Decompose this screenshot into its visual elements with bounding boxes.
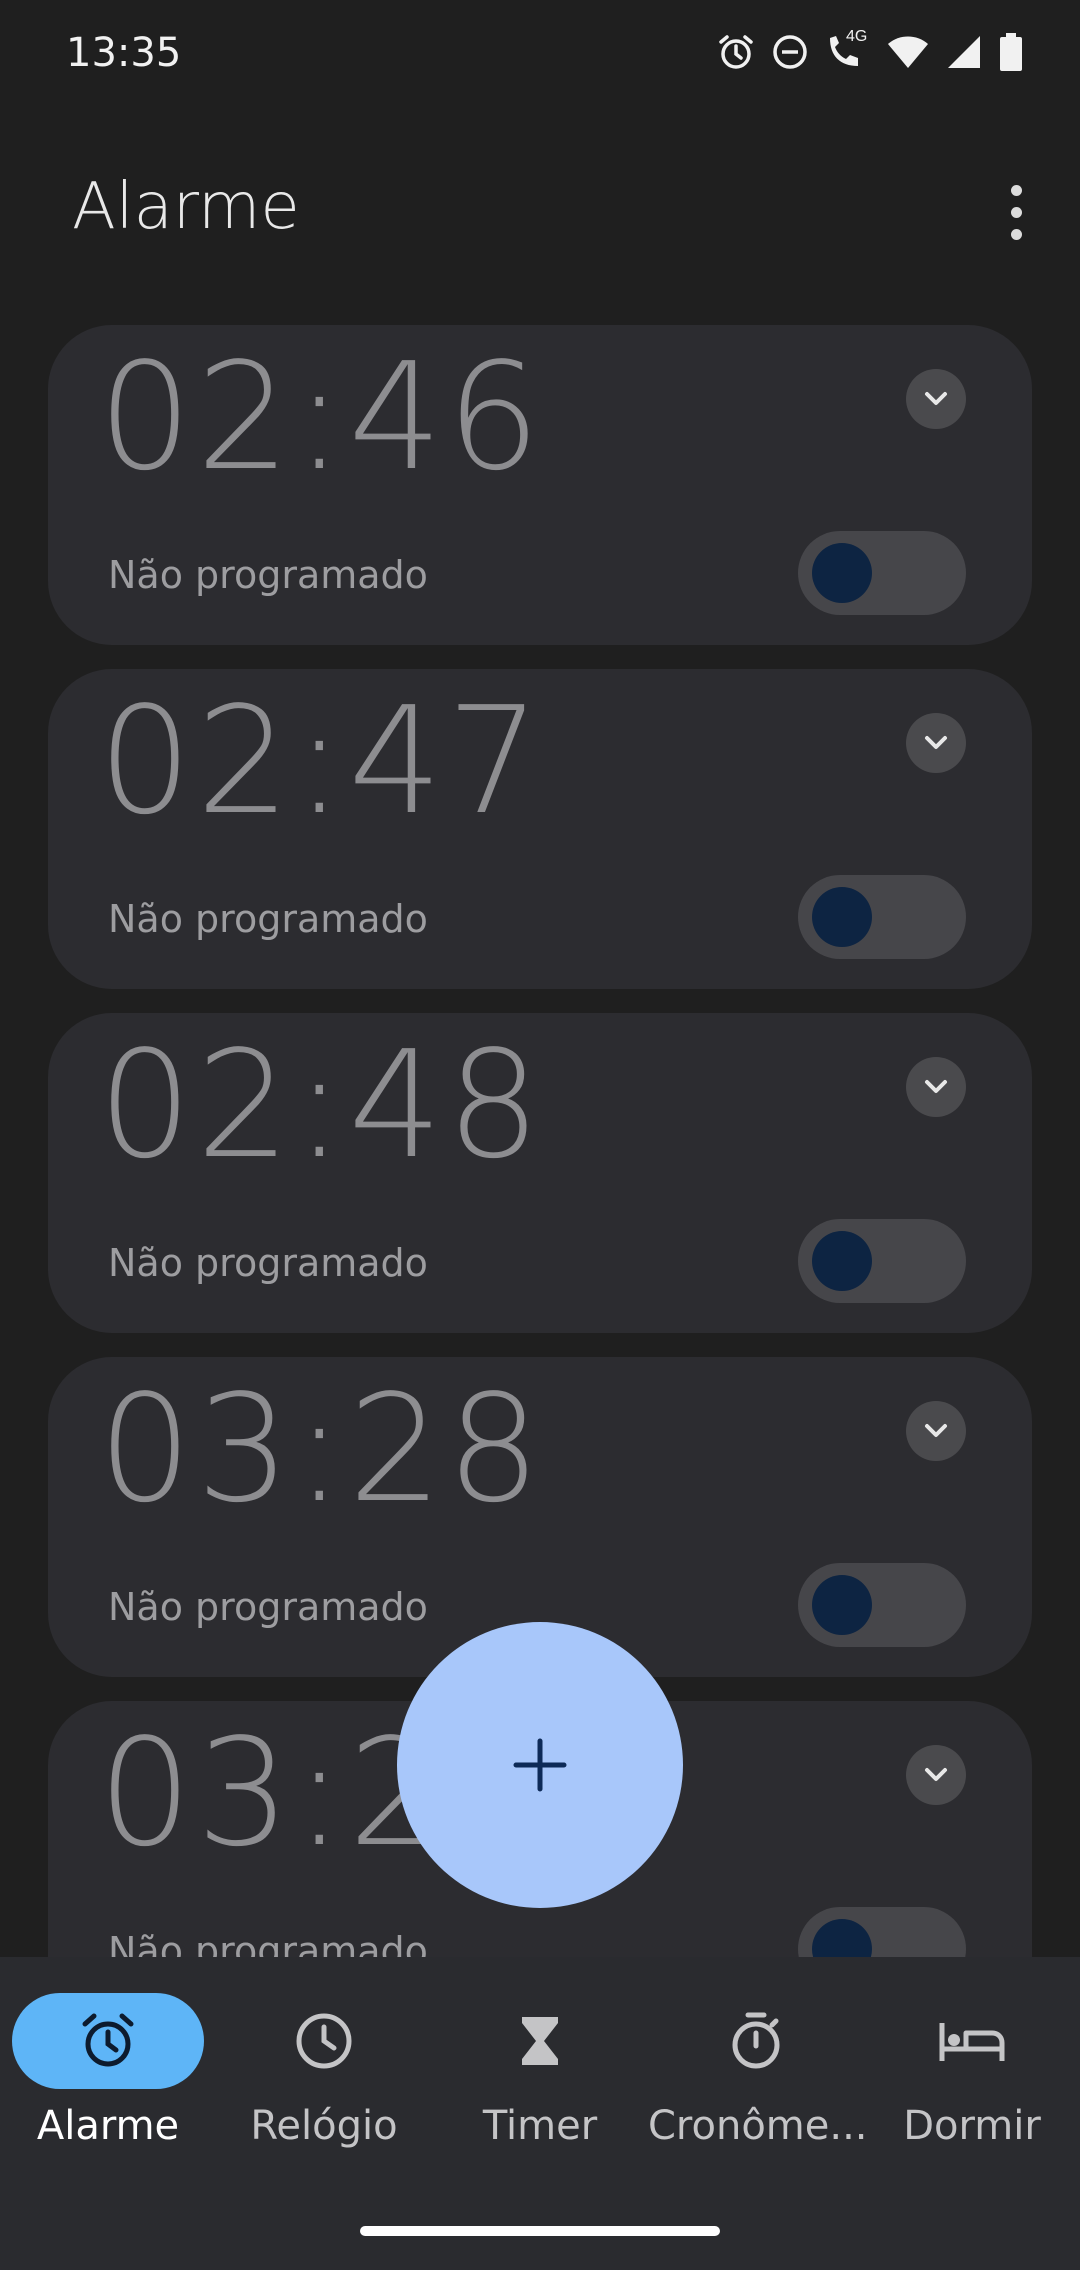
nav-item-cronometro[interactable]: Cronôme...: [648, 1993, 864, 2153]
alarm-time[interactable]: 02:48: [98, 1031, 545, 1179]
chevron-down-icon: [925, 1080, 947, 1093]
expand-button[interactable]: [906, 713, 966, 773]
nav-item-timer[interactable]: Timer: [432, 1993, 648, 2153]
toggle-knob: [812, 887, 872, 947]
signal-icon: [944, 32, 984, 72]
alarm-time[interactable]: 02:47: [98, 687, 545, 835]
alarm-toggle[interactable]: [798, 531, 966, 615]
wifi-calling-icon: 4G: [824, 28, 872, 72]
nav-label: Dormir: [903, 2103, 1041, 2149]
alarm-card[interactable]: 02:46 Não programado: [48, 325, 1032, 645]
nav-label: Cronôme...: [648, 2103, 864, 2149]
status-time: 13:35: [66, 30, 182, 76]
alarm-icon: [716, 32, 756, 72]
plus-icon: [513, 1738, 567, 1792]
expand-button[interactable]: [906, 1401, 966, 1461]
expand-button[interactable]: [906, 1057, 966, 1117]
nav-item-alarme[interactable]: Alarme: [0, 1993, 216, 2153]
chevron-down-icon: [925, 1424, 947, 1437]
nav-active-indicator: [12, 1993, 204, 2089]
alarm-schedule-label: Não programado: [108, 553, 428, 597]
chevron-down-icon: [925, 736, 947, 749]
hourglass-icon: [522, 2017, 558, 2065]
nav-item-dormir[interactable]: Dormir: [864, 1993, 1080, 2153]
alarm-toggle[interactable]: [798, 875, 966, 959]
stopwatch-icon: [732, 2012, 780, 2069]
toggle-knob: [812, 1919, 872, 1957]
alarm-toggle[interactable]: [798, 1907, 966, 1957]
toggle-knob: [812, 543, 872, 603]
alarm-schedule-label: Não programado: [108, 1585, 428, 1629]
nav-label: Alarme: [36, 2103, 180, 2149]
app-bar: Alarme: [0, 150, 1080, 260]
bottom-navigation: Alarme Relógio Timer Cronôme... Dormir: [0, 1957, 1080, 2270]
alarm-toggle[interactable]: [798, 1219, 966, 1303]
more-vert-icon: [1010, 184, 1022, 196]
do-not-disturb-icon: [770, 32, 810, 72]
toggle-knob: [812, 1575, 872, 1635]
page-title: Alarme: [72, 170, 300, 244]
alarm-time[interactable]: 03:28: [98, 1375, 545, 1523]
alarm-time[interactable]: 02:46: [98, 343, 545, 491]
alarm-card[interactable]: 02:48 Não programado: [48, 1013, 1032, 1333]
more-options-button[interactable]: [992, 172, 1040, 252]
alarm-schedule-label: Não programado: [108, 897, 428, 941]
alarm-toggle[interactable]: [798, 1563, 966, 1647]
nav-item-relogio[interactable]: Relógio: [216, 1993, 432, 2153]
chevron-down-icon: [925, 1768, 947, 1781]
alarm-schedule-label: Não programado: [108, 1241, 428, 1285]
bed-icon: [939, 2023, 1005, 2061]
home-indicator[interactable]: [360, 2226, 720, 2236]
toggle-knob: [812, 1231, 872, 1291]
nav-label: Relógio: [250, 2103, 398, 2149]
expand-button[interactable]: [906, 369, 966, 429]
status-icons: 4G: [716, 28, 1024, 72]
network-label: 4G: [846, 28, 868, 45]
alarm-icon: [82, 2013, 134, 2067]
alarm-card[interactable]: 02:47 Não programado: [48, 669, 1032, 989]
nav-label: Timer: [482, 2103, 598, 2149]
alarm-schedule-label: Não programado: [108, 1929, 428, 1957]
add-alarm-button[interactable]: [397, 1622, 683, 1908]
chevron-down-icon: [925, 392, 947, 405]
wifi-icon: [886, 32, 930, 72]
clock-icon: [296, 2013, 352, 2069]
battery-icon: [998, 32, 1024, 72]
expand-button[interactable]: [906, 1745, 966, 1805]
status-bar: 13:35 4G: [0, 0, 1080, 110]
